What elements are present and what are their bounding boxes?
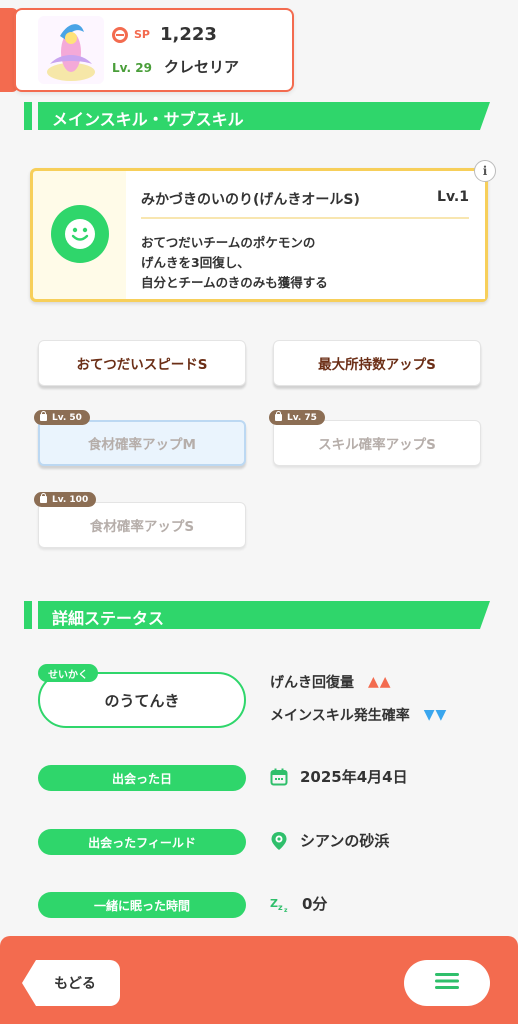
- map-pin-icon: [270, 831, 288, 851]
- svg-text:Z: Z: [270, 897, 278, 910]
- sub-skill-button-locked[interactable]: 食材確率アップS: [38, 502, 246, 548]
- level-value: 29: [135, 61, 152, 75]
- slept-time-value: 0分: [302, 895, 328, 913]
- skill-divider: [141, 217, 469, 219]
- level-badge: Lv. 29: [112, 61, 152, 75]
- sp-ball-icon: [112, 26, 128, 43]
- slept-time-label: 一緒に眠った時間: [38, 892, 246, 918]
- info-icon[interactable]: i: [474, 160, 496, 182]
- met-date-value: 2025年4月4日: [300, 768, 408, 786]
- lock-level-text: Lv. 50: [52, 412, 82, 423]
- met-field-label: 出会ったフィールド: [38, 829, 246, 855]
- pokemon-name: クレセリア: [163, 58, 239, 76]
- sub-skill-button-selected[interactable]: 食材確率アップM: [38, 420, 246, 466]
- status-section-header: 詳細ステータス: [24, 601, 490, 629]
- menu-button[interactable]: [404, 960, 490, 1006]
- main-skill-level: Lv.1: [437, 189, 469, 205]
- met-date-row: 2025年4月4日: [270, 766, 408, 787]
- effect-up-label: げんき回復量: [270, 675, 354, 691]
- met-date-label: 出会った日: [38, 765, 246, 791]
- lock-level-text: Lv. 100: [52, 494, 89, 505]
- lock-level-badge: Lv. 50: [34, 410, 90, 425]
- svg-text:z: z: [284, 907, 288, 913]
- description-line: 自分とチームのきのみも獲得する: [141, 275, 328, 290]
- nature-effect-down: メインスキル発生確率 ▼▼: [270, 705, 447, 725]
- main-skill-description: おてつだいチームのポケモンの げんきを3回復し、 自分とチームのきのみも獲得する: [141, 233, 328, 293]
- down-arrows-icon: ▼▼: [423, 707, 448, 723]
- lock-level-badge: Lv. 100: [34, 492, 97, 507]
- description-line: げんきを3回復し、: [141, 255, 250, 270]
- main-skill-name: みかづきのいのり(げんきオールS): [141, 192, 360, 208]
- met-field-value: シアンの砂浜: [300, 832, 390, 850]
- main-skill-card[interactable]: みかづきのいのり(げんきオールS) Lv.1 おてつだいチームのポケモンの げん…: [30, 168, 488, 302]
- lock-level-badge: Lv. 75: [269, 410, 325, 425]
- up-arrows-icon: ▲▲: [368, 674, 392, 690]
- lock-icon: [40, 493, 47, 503]
- back-button-label: もどる: [54, 976, 96, 992]
- sp-label: SP: [134, 28, 150, 41]
- description-line: おてつだいチームのポケモンの: [141, 235, 316, 250]
- smile-icon: [51, 205, 109, 263]
- lock-icon: [275, 411, 282, 421]
- sleep-zzz-icon: Z z z: [270, 895, 290, 913]
- status-section-title: 詳細ステータス: [52, 609, 165, 628]
- sub-skill-button[interactable]: 最大所持数アップS: [273, 340, 481, 386]
- nature-value: のうてんき: [104, 691, 180, 710]
- sub-skill-button-locked[interactable]: スキル確率アップS: [273, 420, 481, 466]
- met-field-row: シアンの砂浜: [270, 830, 389, 851]
- sub-skill-button[interactable]: おてつだいスピードS: [38, 340, 246, 386]
- calendar-icon: [270, 768, 288, 786]
- sp-value: 1,223: [159, 24, 217, 45]
- skills-section-header: メインスキル・サブスキル: [24, 102, 490, 130]
- skills-section-title: メインスキル・サブスキル: [52, 110, 244, 129]
- pokemon-avatar: [38, 16, 104, 84]
- lock-icon: [40, 411, 47, 421]
- hamburger-icon: [433, 971, 461, 995]
- lock-level-text: Lv. 75: [287, 412, 317, 423]
- nature-tag: せいかく: [38, 664, 98, 682]
- effect-down-label: メインスキル発生確率: [270, 708, 410, 724]
- slept-time-row: Z z z 0分: [270, 893, 327, 914]
- pokemon-header-card[interactable]: SP 1,223 Lv. 29 クレセリア: [14, 8, 294, 92]
- level-label: Lv.: [112, 61, 132, 75]
- back-button[interactable]: もどる: [22, 960, 120, 1006]
- svg-text:z: z: [278, 903, 283, 912]
- nature-effect-up: げんき回復量 ▲▲: [270, 672, 392, 692]
